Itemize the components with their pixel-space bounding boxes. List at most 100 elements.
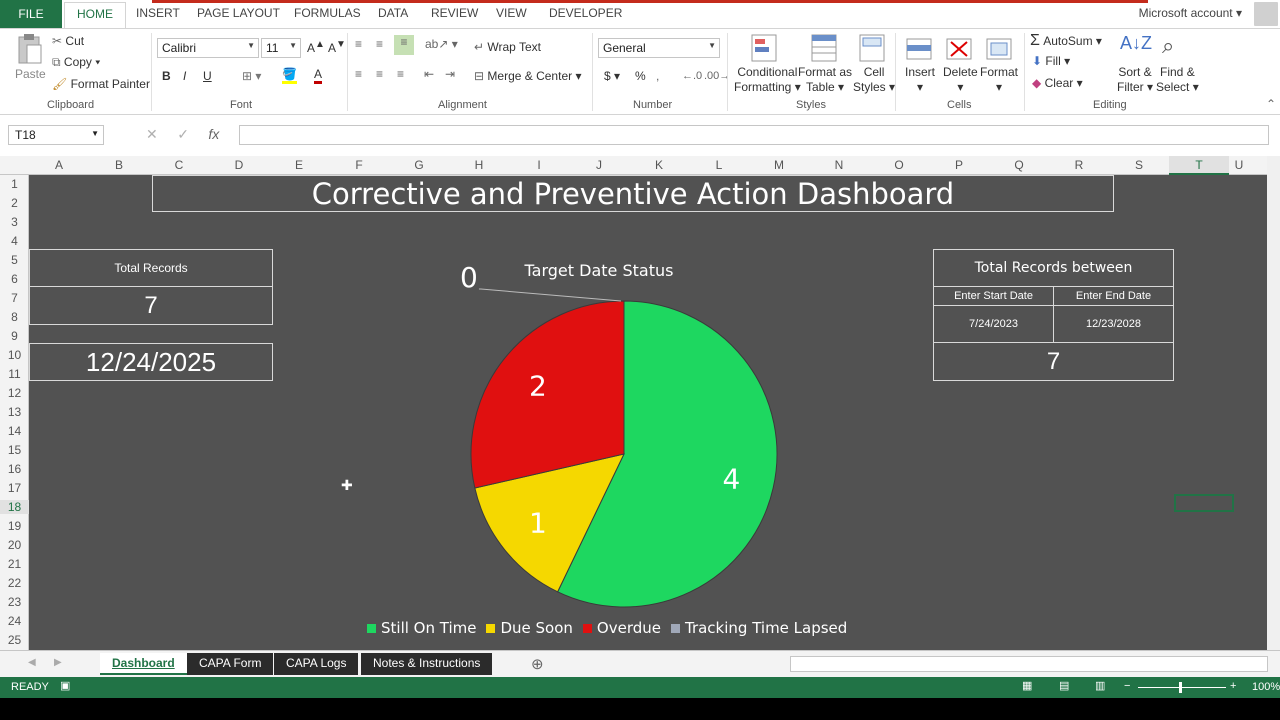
fill-button[interactable]: ⬇ Fill ▾ bbox=[1032, 54, 1070, 68]
delete-button[interactable]: Delete ▾ bbox=[943, 65, 978, 95]
column-header-j[interactable]: J bbox=[569, 158, 629, 172]
row-header-2[interactable]: 2 bbox=[0, 196, 29, 210]
column-header-h[interactable]: H bbox=[449, 158, 509, 172]
align-top-icon[interactable]: ≡ bbox=[355, 37, 362, 51]
page-break-view-icon[interactable]: ▥ bbox=[1095, 679, 1105, 692]
column-header-s[interactable]: S bbox=[1109, 158, 1169, 172]
row-header-5[interactable]: 5 bbox=[0, 253, 29, 267]
column-header-d[interactable]: D bbox=[209, 158, 269, 172]
legend-item[interactable]: Still On Time bbox=[367, 619, 476, 637]
pie-chart[interactable]: 4 1 2 0 bbox=[29, 175, 1267, 650]
function-icon[interactable]: fx bbox=[208, 126, 219, 142]
tab-insert[interactable]: INSERT bbox=[136, 6, 180, 20]
font-size-select[interactable]: 11 ▼ bbox=[261, 38, 301, 58]
cancel-icon[interactable]: ✕ bbox=[146, 126, 158, 142]
row-header-10[interactable]: 10 bbox=[0, 348, 29, 362]
align-middle-icon[interactable]: ≡ bbox=[376, 37, 383, 51]
tab-file[interactable]: FILE bbox=[0, 0, 62, 28]
align-center-icon[interactable]: ≡ bbox=[376, 67, 383, 81]
column-header-t[interactable]: T bbox=[1169, 156, 1229, 175]
column-header-i[interactable]: I bbox=[509, 158, 569, 172]
increase-decimal-icon[interactable]: ←.0 bbox=[682, 70, 702, 82]
row-header-8[interactable]: 8 bbox=[0, 310, 29, 324]
row-header-19[interactable]: 19 bbox=[0, 519, 29, 533]
row-header-11[interactable]: 11 bbox=[0, 367, 29, 381]
row-header-4[interactable]: 4 bbox=[0, 234, 29, 248]
avatar[interactable] bbox=[1254, 2, 1278, 26]
row-header-21[interactable]: 21 bbox=[0, 557, 29, 571]
row-header-6[interactable]: 6 bbox=[0, 272, 29, 286]
legend-item[interactable]: Overdue bbox=[582, 619, 661, 637]
grow-font-icon[interactable]: A▲ bbox=[307, 39, 325, 55]
sheet-tab-notes[interactable]: Notes & Instructions bbox=[361, 653, 493, 675]
row-header-15[interactable]: 15 bbox=[0, 443, 29, 457]
tab-page-layout[interactable]: PAGE LAYOUT bbox=[197, 6, 280, 20]
row-header-14[interactable]: 14 bbox=[0, 424, 29, 438]
paste-icon[interactable] bbox=[16, 33, 44, 67]
sort-filter-button[interactable]: Sort & Filter ▾ bbox=[1117, 65, 1153, 95]
sheet-tab-capa-form[interactable]: CAPA Form bbox=[187, 653, 274, 675]
row-header-17[interactable]: 17 bbox=[0, 481, 29, 495]
orientation-icon[interactable]: ab↗ ▾ bbox=[425, 37, 458, 51]
currency-button[interactable]: $ ▾ bbox=[604, 69, 620, 83]
underline-button[interactable]: U bbox=[203, 69, 212, 83]
cell-styles-icon[interactable] bbox=[858, 33, 886, 63]
column-header-o[interactable]: O bbox=[869, 158, 929, 172]
tab-developer[interactable]: DEVELOPER bbox=[549, 6, 622, 20]
row-header-3[interactable]: 3 bbox=[0, 215, 29, 229]
sheet-tab-dashboard[interactable]: Dashboard bbox=[100, 653, 187, 675]
conditional-formatting-icon[interactable] bbox=[750, 33, 778, 63]
add-sheet-icon[interactable]: ⊕ bbox=[531, 655, 544, 673]
row-header-23[interactable]: 23 bbox=[0, 595, 29, 609]
column-header-a[interactable]: A bbox=[29, 158, 89, 172]
horizontal-scrollbar[interactable] bbox=[790, 656, 1268, 672]
format-cells-icon[interactable] bbox=[985, 33, 1013, 63]
legend-item[interactable]: Tracking Time Lapsed bbox=[670, 619, 847, 637]
row-header-18[interactable]: 18 bbox=[0, 500, 29, 514]
delete-cells-icon[interactable] bbox=[945, 33, 973, 63]
insert-cells-icon[interactable] bbox=[905, 33, 933, 63]
zoom-in-icon[interactable]: + bbox=[1230, 680, 1236, 692]
page-layout-view-icon[interactable]: ▤ bbox=[1059, 679, 1069, 692]
row-header-7[interactable]: 7 bbox=[0, 291, 29, 305]
decrease-indent-icon[interactable]: ⇤ bbox=[424, 67, 434, 81]
tab-home[interactable]: HOME bbox=[64, 2, 126, 29]
next-sheet-icon[interactable]: ▶ bbox=[54, 657, 62, 668]
merge-center-button[interactable]: ⊟ Merge & Center ▾ bbox=[474, 69, 581, 83]
enter-icon[interactable]: ✓ bbox=[177, 126, 189, 142]
row-header-12[interactable]: 12 bbox=[0, 386, 29, 400]
dashboard-sheet[interactable]: Corrective and Preventive Action Dashboa… bbox=[29, 175, 1267, 650]
zoom-slider-handle[interactable] bbox=[1179, 682, 1182, 693]
insert-button[interactable]: Insert ▾ bbox=[905, 65, 935, 95]
sort-filter-icon[interactable]: A↓Z bbox=[1120, 33, 1152, 54]
wrap-text-button[interactable]: ↵ Wrap Text bbox=[474, 40, 541, 54]
tab-review[interactable]: REVIEW bbox=[431, 6, 478, 20]
shrink-font-icon[interactable]: A▼ bbox=[328, 39, 346, 55]
normal-view-icon[interactable]: ▦ bbox=[1022, 679, 1032, 692]
sheet-tab-capa-logs[interactable]: CAPA Logs bbox=[274, 653, 359, 675]
column-header-f[interactable]: F bbox=[329, 158, 389, 172]
format-button[interactable]: Format ▾ bbox=[980, 65, 1018, 95]
font-name-select[interactable]: Calibri ▼ bbox=[157, 38, 259, 58]
column-header-p[interactable]: P bbox=[929, 158, 989, 172]
zoom-slider-track[interactable] bbox=[1138, 687, 1226, 688]
copy-button[interactable]: ⧉ Copy ▾ bbox=[52, 55, 100, 70]
clear-button[interactable]: ◆ Clear ▾ bbox=[1032, 76, 1083, 90]
font-color-icon[interactable]: A bbox=[314, 67, 323, 84]
column-header-u[interactable]: U bbox=[1229, 158, 1249, 172]
row-header-9[interactable]: 9 bbox=[0, 329, 29, 343]
row-header-22[interactable]: 22 bbox=[0, 576, 29, 590]
align-left-icon[interactable]: ≡ bbox=[355, 67, 362, 81]
vertical-scrollbar[interactable] bbox=[1267, 156, 1280, 650]
align-right-icon[interactable]: ≡ bbox=[397, 67, 404, 81]
column-header-m[interactable]: M bbox=[749, 158, 809, 172]
autosum-button[interactable]: Σ AutoSum ▾ bbox=[1030, 32, 1102, 50]
binoculars-icon[interactable]: ⌕ bbox=[1162, 33, 1174, 59]
column-header-r[interactable]: R bbox=[1049, 158, 1109, 172]
row-header-25[interactable]: 25 bbox=[0, 633, 29, 647]
row-header-16[interactable]: 16 bbox=[0, 462, 29, 476]
italic-button[interactable]: I bbox=[183, 69, 186, 83]
column-header-g[interactable]: G bbox=[389, 158, 449, 172]
borders-icon[interactable]: ⊞ ▾ bbox=[242, 69, 261, 83]
macro-record-icon[interactable]: ▣ bbox=[60, 679, 70, 692]
